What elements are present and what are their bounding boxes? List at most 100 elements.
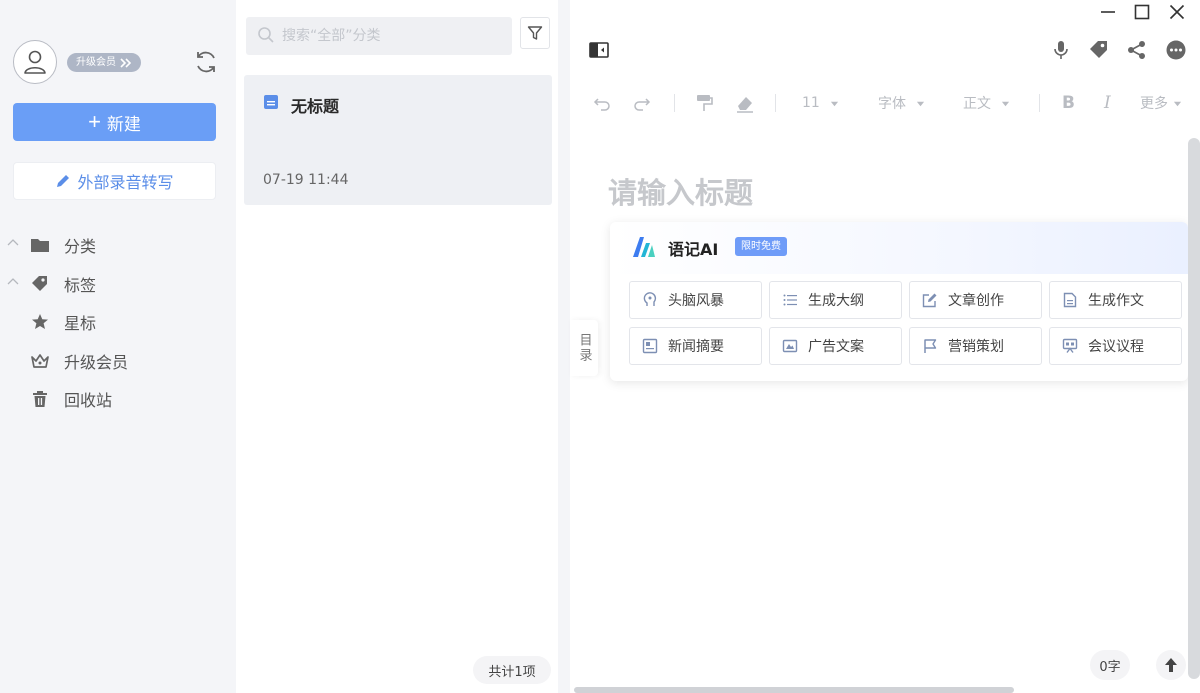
meeting-icon: [1062, 338, 1078, 353]
chevron-up-icon: [7, 277, 19, 284]
sidebar-item-trash[interactable]: 回收站: [0, 379, 236, 418]
ai-panel-header: 语记AI 限时免费: [610, 222, 1188, 274]
external-transcribe-label: 外部录音转写: [77, 175, 174, 192]
ai-action-marketing[interactable]: 营销策划: [909, 327, 1042, 365]
ad-icon: [782, 339, 798, 353]
sync-icon[interactable]: [193, 49, 219, 75]
sidebar-item-category[interactable]: 分类: [0, 225, 236, 264]
ai-action-essay[interactable]: 生成作文: [1049, 281, 1182, 319]
back-to-top-button[interactable]: [1156, 650, 1186, 680]
folder-icon: [31, 239, 49, 252]
ai-action-article[interactable]: 文章创作: [909, 281, 1042, 319]
redo-icon[interactable]: [632, 92, 652, 114]
edit-icon: [922, 293, 937, 308]
search-icon: [258, 27, 274, 43]
tag-icon[interactable]: [1088, 39, 1110, 61]
ai-action-news-summary[interactable]: 新闻摘要: [629, 327, 762, 365]
note-list-pane: 无标题 07-19 11:44 共计1项: [236, 0, 558, 693]
note-title: 无标题: [291, 97, 340, 116]
note-doc-icon: [264, 95, 278, 109]
plus-icon: +: [88, 109, 101, 134]
caret-down-icon: [830, 101, 838, 106]
sidebar-item-label: 标签: [64, 275, 97, 295]
sidebar-item-label: 升级会员: [64, 352, 129, 372]
editor-pane: 11 字体 正文 B I 更多 请输入标题 语记AI 限时免费 头脑风暴 生成大…: [570, 0, 1200, 693]
new-note-button[interactable]: + 新建: [13, 103, 216, 141]
toc-toggle-tab[interactable]: 目录: [570, 320, 598, 376]
external-transcribe-button[interactable]: 外部录音转写: [13, 162, 216, 200]
arrow-up-icon: [1165, 658, 1177, 672]
more-format-label: 更多: [1140, 96, 1168, 112]
note-list-item[interactable]: 无标题 07-19 11:44: [244, 75, 552, 205]
star-icon: [32, 314, 48, 329]
horizontal-scrollbar[interactable]: [574, 687, 1014, 693]
trash-icon: [33, 391, 47, 407]
pane-divider[interactable]: [558, 0, 570, 693]
microphone-icon[interactable]: [1050, 39, 1072, 61]
ai-action-ad-copy[interactable]: 广告文案: [769, 327, 902, 365]
bold-label: B: [1062, 93, 1075, 113]
avatar[interactable]: [13, 40, 57, 84]
new-note-label: 新建: [106, 114, 141, 134]
vertical-scrollbar[interactable]: [1188, 138, 1200, 679]
ai-assistant-panel: 语记AI 限时免费 头脑风暴 生成大纲 文章创作 生成作文 新闻摘要 广告文案 …: [610, 222, 1188, 381]
toolbar-separator: [775, 94, 776, 112]
note-count-badge: 共计1项: [473, 656, 551, 684]
crown-icon: [31, 353, 49, 368]
font-family-select[interactable]: 字体: [878, 92, 925, 114]
chevron-up-icon: [7, 239, 19, 246]
share-icon[interactable]: [1126, 39, 1148, 61]
paragraph-style-value: 正文: [963, 96, 991, 112]
minimize-icon[interactable]: [1098, 2, 1118, 22]
toc-label: 目录: [576, 333, 592, 363]
ai-action-label: 生成大纲: [808, 293, 864, 309]
app-window: 升级会员 + 新建 外部录音转写 分类 标签 星标 升级会员 回收站 搜索“全部…: [0, 0, 1200, 693]
undo-icon[interactable]: [592, 92, 612, 114]
sidebar-item-starred[interactable]: 星标: [0, 302, 236, 341]
ai-action-brainstorm[interactable]: 头脑风暴: [629, 281, 762, 319]
font-size-value: 11: [802, 95, 820, 111]
filter-icon: [527, 26, 543, 40]
brain-icon: [643, 292, 657, 306]
paragraph-style-select[interactable]: 正文: [963, 92, 1010, 114]
word-count-badge: 0字: [1090, 650, 1130, 680]
italic-button[interactable]: I: [1104, 92, 1111, 114]
word-count-label: 0字: [1099, 659, 1121, 675]
ai-action-outline[interactable]: 生成大纲: [769, 281, 902, 319]
ai-action-label: 文章创作: [948, 293, 1004, 309]
font-family-value: 字体: [878, 96, 906, 112]
caret-down-icon: [1001, 101, 1010, 106]
bold-button[interactable]: B: [1062, 92, 1075, 114]
format-painter-icon[interactable]: [694, 92, 714, 114]
ai-action-label: 营销策划: [948, 339, 1004, 355]
more-options-icon[interactable]: [1165, 39, 1187, 61]
sidebar-item-tags[interactable]: 标签: [0, 264, 236, 303]
font-size-select[interactable]: 11: [802, 92, 839, 114]
sidebar-item-label: 回收站: [64, 391, 113, 410]
upgrade-vip-label: 升级会员: [76, 57, 116, 68]
search-input[interactable]: [246, 17, 512, 55]
note-timestamp: 07-19 11:44: [263, 172, 349, 188]
filter-button[interactable]: [520, 17, 550, 49]
news-icon: [642, 338, 658, 354]
eraser-icon[interactable]: [734, 92, 756, 114]
upgrade-vip-badge[interactable]: 升级会员: [67, 53, 141, 72]
double-chevron-right-icon: [120, 57, 132, 68]
ai-action-meeting-agenda[interactable]: 会议议程: [1049, 327, 1182, 365]
more-format-button[interactable]: 更多: [1140, 92, 1182, 114]
user-icon: [24, 50, 46, 74]
sidebar-item-label: 星标: [64, 314, 97, 333]
maximize-icon[interactable]: [1132, 2, 1152, 22]
ai-action-label: 广告文案: [808, 339, 864, 355]
toolbar-separator: [1039, 94, 1040, 112]
ai-free-badge: 限时免费: [735, 237, 787, 256]
ai-action-label: 头脑风暴: [668, 293, 724, 309]
close-icon[interactable]: [1167, 2, 1187, 22]
ai-action-label: 新闻摘要: [668, 339, 724, 355]
tag-icon: [32, 275, 47, 291]
panel-toggle-icon[interactable]: [588, 39, 610, 61]
ai-name: 语记AI: [668, 240, 719, 259]
sidebar-item-upgrade[interactable]: 升级会员: [0, 341, 236, 380]
title-input[interactable]: 请输入标题: [608, 170, 753, 212]
document-icon: [1063, 292, 1077, 308]
